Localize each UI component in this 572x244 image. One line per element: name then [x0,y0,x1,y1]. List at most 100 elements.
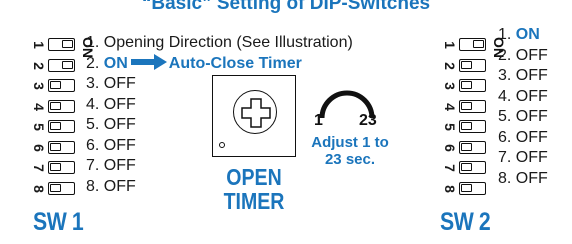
setting-number: 7. [86,157,100,174]
dip-number: 3 [442,82,458,90]
setting-item: 8. OFF [498,169,548,189]
dip-row: 3 [31,76,82,96]
setting-number: 4. [86,95,100,113]
adjust-text-line2: 23 sec. [324,151,376,168]
dip-toggle[interactable] [48,140,75,154]
dip-toggle-knob [50,142,61,151]
sw2-label: SW 2 [440,208,491,236]
dip-row: 7 [442,158,493,178]
dip-row: 5 [31,117,82,137]
dip-toggle-knob [62,40,73,48]
setting-number: 4. [498,87,512,105]
adjust-text: Adjust 1 to 23 sec. [300,134,400,168]
cross-screw-icon [241,98,271,128]
setting-text: OFF [103,75,136,92]
dip-row: 4 [442,97,493,117]
knob-indicator-dot [219,142,225,148]
range-min: 1 [314,112,323,129]
open-timer-label-line1: OPEN [226,164,282,190]
dip-toggle-knob [461,122,472,130]
dip-toggle[interactable] [48,181,75,195]
dip-number: 2 [442,61,458,70]
dip-toggle-knob [62,60,73,69]
setting-item: 7. OFF [86,156,136,176]
setting-item: 5. OFF [86,115,136,135]
setting-item: 4. OFF [498,87,548,107]
dip-toggle[interactable] [48,58,75,72]
dip-number: 2 [31,61,47,70]
dip-row: 6 [31,138,82,158]
setting-value-on: ON [103,54,128,72]
dip-number: 7 [31,164,47,172]
dip-toggle[interactable] [459,161,486,174]
dip-toggle[interactable] [459,58,486,72]
dip-number: 8 [31,184,47,193]
dip-row: 7 [31,158,82,178]
dip-number: 5 [31,123,47,131]
setting-number: 3. [498,67,512,84]
dip-toggle-knob [461,183,472,192]
dip-toggle[interactable] [48,99,75,113]
setting-text: OFF [103,136,136,154]
dip-toggle-knob [50,163,61,171]
open-timer-label-line2: TIMER [223,188,285,214]
dip-toggle-knob [461,142,472,151]
dip-row: 8 [442,179,493,199]
dip-row: 2 [442,56,493,76]
dip-toggle[interactable] [48,79,75,92]
setting-number: 8. [86,177,100,195]
adjust-text-line1: Adjust 1 to [311,134,389,151]
dip-toggle[interactable] [48,38,75,51]
timer-knob-box [212,75,296,157]
dip-toggle[interactable] [459,38,486,51]
setting-item: 8. OFF [86,177,136,197]
dip-toggle-knob [473,40,484,48]
setting-text: OFF [515,87,548,105]
setting-number: 3. [86,75,100,92]
setting-item: 3. OFF [498,66,548,86]
timer-knob [233,90,277,134]
dip-number: 4 [31,102,47,111]
setting-number: 7. [498,149,512,166]
dip-number: 1 [442,41,458,49]
setting-item: 1. ON [498,25,540,45]
setting-number: 2. [86,54,100,72]
dip-toggle[interactable] [459,181,486,195]
dip-row: 5 [442,117,493,137]
dip-row: 2 [31,56,82,76]
setting-text: OFF [515,169,548,187]
dip-row: 8 [31,179,82,199]
setting-text: OFF [103,116,136,133]
setting-item: 6. OFF [498,128,548,148]
dip-toggle[interactable] [48,120,75,133]
setting-item: 2. OFF [498,46,548,66]
dip-toggle[interactable] [459,120,486,133]
dip-toggle[interactable] [459,140,486,154]
dip-number: 4 [442,102,458,111]
dip-toggle[interactable] [459,99,486,113]
dip-toggle-knob [461,163,472,171]
dip-toggle[interactable] [459,79,486,92]
dip-toggle-knob [50,101,61,110]
dip-row: 1 [31,35,82,55]
setting-item: 4. OFF [86,95,136,115]
dip-number: 6 [442,143,458,152]
dip-switch-sw2: ON 12345678 [442,35,507,200]
dip-row: 6 [442,138,493,158]
dip-row: 4 [31,97,82,117]
setting-number: 1. [86,34,100,51]
dip-number: 3 [31,82,47,90]
dip-toggle-knob [461,60,472,69]
range-max: 23 [359,112,377,129]
setting-text: OFF [103,157,136,174]
setting-text: Opening Direction (See Illustration) [103,34,353,51]
setting-number: 8. [498,169,512,187]
setting-number: 5. [86,116,100,133]
dip-number: 1 [31,41,47,49]
dip-toggle[interactable] [48,161,75,174]
dip-number: 8 [442,184,458,193]
setting-item: 2. ON Auto-Close Timer [86,53,302,74]
setting-text: OFF [103,177,136,195]
dip-row: 1 [442,35,493,55]
dip-toggle-knob [461,81,472,89]
